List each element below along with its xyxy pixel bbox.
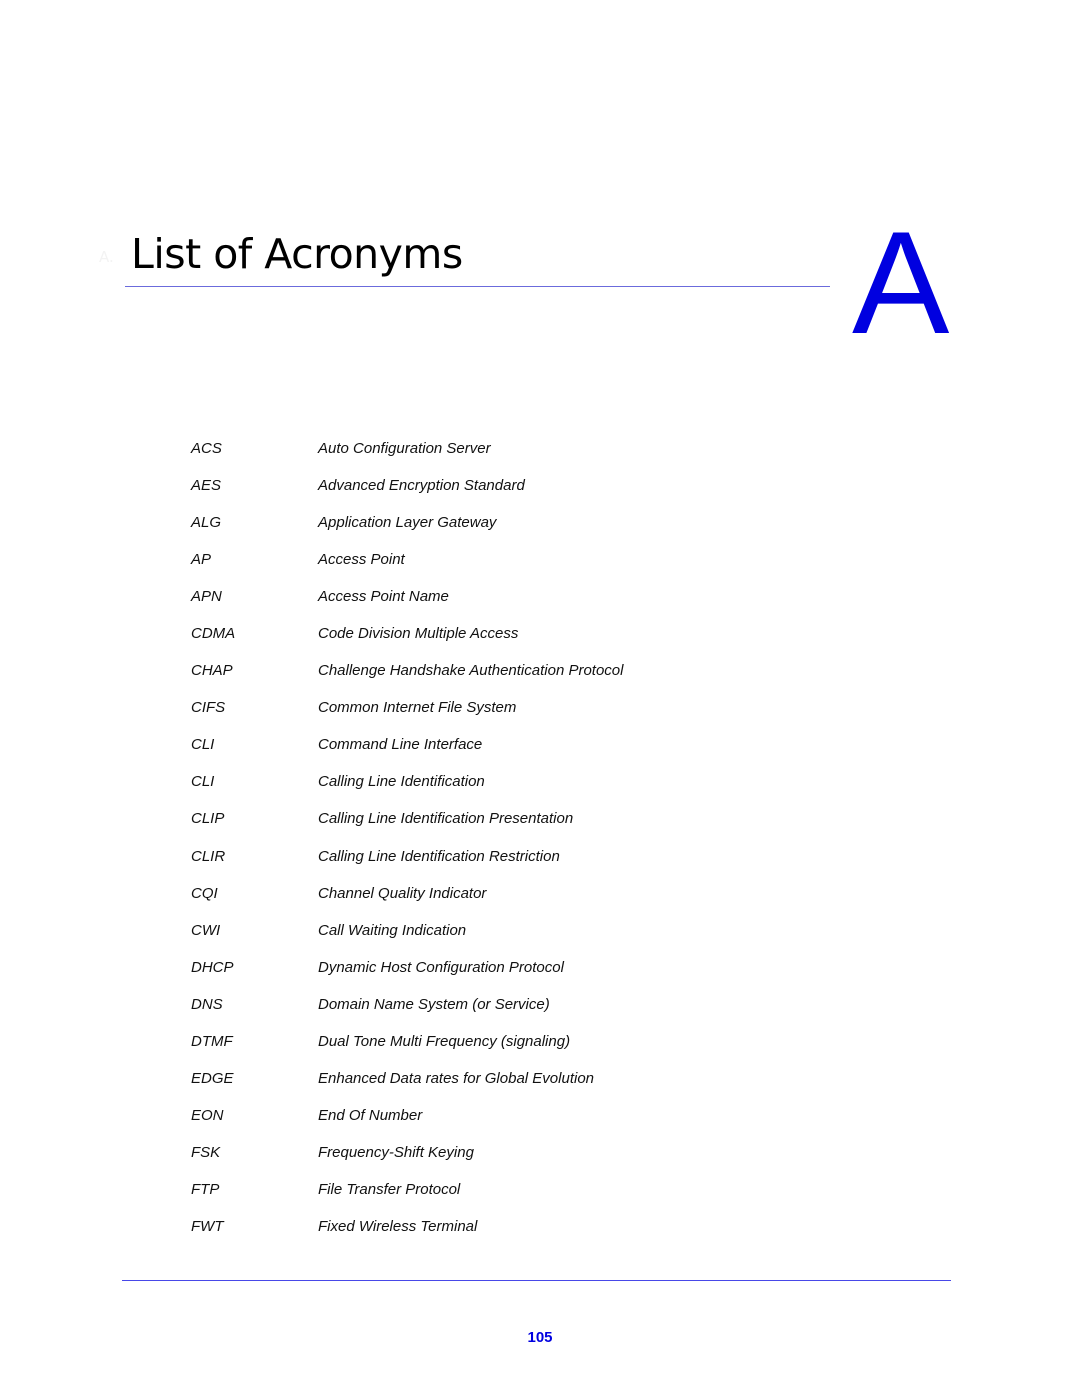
chapter-letter: A [852,201,950,364]
acronym-definition: Dual Tone Multi Frequency (signaling) [318,1032,571,1050]
acronym-definition: Challenge Handshake Authentication Proto… [318,662,624,680]
acronym-definition: Code Division Multiple Access [318,625,519,643]
acronym-definition: Call Waiting Indication [318,921,467,939]
acronym-term: FWT [191,1217,224,1235]
acronym-term: DTMF [191,1032,233,1050]
acronym-term: CWI [191,921,221,939]
acronym-term: CLI [191,773,215,791]
acronym-definition: Command Line Interface [318,736,483,754]
acronym-row: FWT Fixed Wireless Terminal [191,1216,623,1253]
acronym-list: ACS Auto Configuration Server AES Advanced… [191,438,623,1253]
acronym-definition: Calling Line Identification Presentation [318,810,574,828]
acronym-term: EDGE [191,1069,234,1087]
acronym-definition: Dynamic Host Configuration Protocol [318,958,564,976]
acronym-definition: Application Layer Gateway [318,514,497,532]
acronym-term: EON [191,1106,224,1124]
acronym-definition: Enhanced Data rates for Global Evolution [318,1069,594,1087]
acronym-row: ALG Application Layer Gateway [191,512,623,549]
page-title: List of Acronyms [131,230,463,278]
acronym-row: ACS Auto Configuration Server [191,438,623,475]
acronym-row: DTMF Dual Tone Multi Frequency (signaling… [191,1031,623,1068]
chapter-marker: A. [99,248,114,266]
acronym-row: DHCP Dynamic Host Configuration Protocol [191,957,623,994]
acronym-row: CLIP Calling Line Identification Presenta… [191,808,623,845]
title-divider [125,286,830,287]
acronym-term: CLI [191,736,215,754]
footer-divider [122,1280,951,1281]
acronym-term: CLIP [191,810,225,828]
acronym-term: CIFS [191,699,226,717]
acronym-definition: Calling Line Identification [318,773,485,791]
acronym-definition: Auto Configuration Server [318,440,491,457]
acronym-definition: Access Point [318,551,405,569]
acronym-term: AES [191,477,222,495]
acronym-term: CQI [191,884,218,902]
acronym-term: FSK [191,1143,221,1161]
acronym-row: CDMA Code Division Multiple Access [191,623,623,660]
acronym-row: CLI Calling Line Identification [191,771,623,808]
acronym-row: AP Access Point [191,549,623,586]
acronym-row: CLI Command Line Interface [191,734,623,771]
acronym-row: CLIR Calling Line Identification Restrict… [191,846,623,883]
acronym-term: AP [191,551,212,569]
acronym-term: APN [191,588,222,606]
acronym-row: CWI Call Waiting Indication [191,920,623,957]
acronym-term: ACS [191,440,222,457]
acronym-definition: Fixed Wireless Terminal [318,1217,478,1235]
acronym-term: CDMA [191,625,236,643]
acronym-definition: Calling Line Identification Restriction [318,847,560,865]
acronym-row: APN Access Point Name [191,586,623,623]
acronym-row: DNS Domain Name System (or Service) [191,994,623,1031]
acronym-row: CQI Channel Quality Indicator [191,883,623,920]
acronym-definition: Domain Name System (or Service) [318,995,550,1013]
acronym-term: DNS [191,995,223,1013]
acronym-definition: End Of Number [318,1106,423,1124]
acronym-term: CHAP [191,662,233,680]
acronym-row: EDGE Enhanced Data rates for Global Evolu… [191,1068,623,1105]
acronym-row: FTP File Transfer Protocol [191,1179,623,1216]
acronym-row: AES Advanced Encryption Standard [191,475,623,512]
acronym-definition: Common Internet File System [318,699,517,717]
acronym-term: CLIR [191,847,226,865]
page-number: 105 [527,1329,553,1346]
acronym-definition: File Transfer Protocol [318,1180,461,1198]
acronym-term: DHCP [191,958,234,976]
acronym-definition: Frequency-Shift Keying [318,1143,474,1161]
acronym-row: FSK Frequency-Shift Keying [191,1142,623,1179]
acronym-definition: Advanced Encryption Standard [318,477,525,495]
acronym-row: CIFS Common Internet File System [191,697,623,734]
acronym-row: EON End Of Number [191,1105,623,1142]
acronym-term: ALG [191,514,222,532]
acronym-term: FTP [191,1180,220,1198]
acronym-definition: Access Point Name [318,588,449,606]
acronym-row: CHAP Challenge Handshake Authentication P… [191,660,623,697]
acronym-definition: Channel Quality Indicator [318,884,487,902]
